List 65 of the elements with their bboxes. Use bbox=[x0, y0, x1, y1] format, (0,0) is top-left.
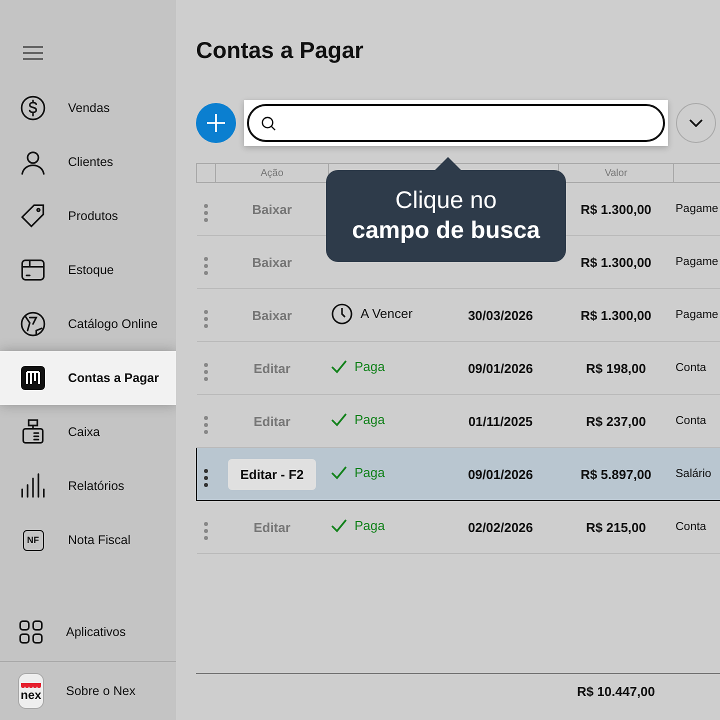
row-action-button[interactable]: Editar - F2 bbox=[228, 458, 316, 490]
description: Pagame bbox=[676, 203, 718, 215]
row-menu-icon[interactable] bbox=[204, 469, 208, 487]
bar-chart-icon bbox=[20, 473, 46, 499]
description: Conta bbox=[676, 521, 706, 533]
tooltip-text: campo de busca bbox=[352, 216, 540, 246]
clock-icon bbox=[330, 302, 352, 324]
nf-icon: NF bbox=[22, 530, 44, 550]
due-date: 30/03/2026 bbox=[468, 308, 534, 322]
amount: R$ 1.300,00 bbox=[580, 202, 652, 216]
sidebar-item[interactable]: Produtos bbox=[0, 189, 176, 243]
sidebar-item[interactable]: Vendas bbox=[0, 81, 176, 135]
amount: R$ 215,00 bbox=[586, 520, 646, 534]
plus-icon bbox=[207, 114, 225, 132]
amount: R$ 1.300,00 bbox=[580, 308, 652, 322]
description: Conta bbox=[676, 362, 706, 374]
status-text: Paga bbox=[354, 359, 385, 374]
sidebar-item[interactable]: Contas a Pagar bbox=[0, 351, 176, 405]
total-amount: R$ 10.447,00 bbox=[576, 684, 656, 699]
sidebar-item[interactable]: Catálogo Online bbox=[0, 297, 176, 351]
dropdown-button[interactable] bbox=[676, 103, 716, 143]
sidebar-item[interactable]: Clientes bbox=[0, 135, 176, 189]
status-text: Paga bbox=[354, 518, 385, 534]
status-text: A Vencer bbox=[360, 306, 413, 321]
due-date: 09/01/2026 bbox=[468, 466, 534, 482]
add-button[interactable] bbox=[196, 103, 236, 143]
globe-icon bbox=[20, 311, 46, 337]
tooltip-text: Clique no bbox=[395, 186, 497, 216]
bills-icon bbox=[21, 366, 45, 390]
sidebar-item[interactable]: Aplicativos bbox=[0, 603, 176, 661]
apps-icon bbox=[18, 619, 44, 645]
description: Conta bbox=[676, 415, 706, 427]
column-header: Ação bbox=[216, 164, 328, 182]
sidebar-item[interactable]: Estoque bbox=[0, 243, 176, 297]
due-date: 09/01/2026 bbox=[468, 360, 534, 376]
check-icon bbox=[330, 466, 346, 480]
status-text: Paga bbox=[354, 465, 385, 480]
sidebar-item[interactable]: Relatórios bbox=[0, 459, 176, 513]
tag-icon bbox=[20, 203, 46, 229]
person-icon bbox=[20, 149, 46, 175]
nex-logo: nex bbox=[18, 673, 44, 709]
sidebar-item[interactable]: NF Nota Fiscal bbox=[0, 513, 176, 567]
description: Pagame bbox=[676, 309, 718, 321]
cash-register-icon bbox=[20, 419, 46, 445]
menu-icon[interactable] bbox=[23, 46, 43, 60]
amount: R$ 1.300,00 bbox=[580, 254, 652, 270]
search-icon bbox=[261, 116, 276, 130]
chevron-down-icon bbox=[689, 119, 703, 127]
column-header: Valor bbox=[558, 164, 674, 182]
amount: R$ 237,00 bbox=[586, 414, 646, 428]
check-icon bbox=[330, 412, 346, 427]
dollar-icon bbox=[20, 95, 46, 121]
check-icon bbox=[330, 518, 346, 533]
page-title: Contas a Pagar bbox=[196, 36, 364, 65]
due-date: 01/11/2025 bbox=[468, 414, 533, 428]
description: Pagame bbox=[676, 256, 718, 268]
amount: R$ 5.897,00 bbox=[580, 466, 652, 482]
sidebar-item[interactable]: Caixa bbox=[0, 405, 176, 459]
check-icon bbox=[330, 360, 346, 374]
sidebar-item[interactable]: nex Sobre o Nex bbox=[0, 661, 176, 720]
amount: R$ 198,00 bbox=[586, 360, 646, 376]
description: Salário bbox=[676, 468, 712, 480]
box-icon bbox=[20, 257, 46, 283]
due-date: 02/02/2026 bbox=[468, 520, 534, 534]
status-text: Paga bbox=[354, 412, 385, 428]
